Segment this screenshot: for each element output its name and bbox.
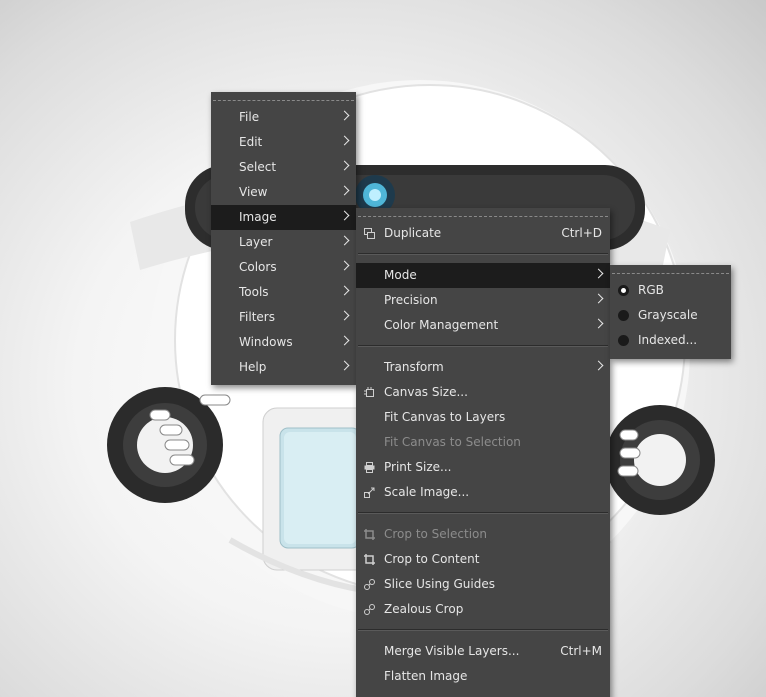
crop-icon: [364, 554, 375, 565]
mode-menu-tearoff[interactable]: [612, 265, 729, 274]
chevron-right-icon: [593, 268, 604, 279]
chevron-right-icon: [593, 318, 604, 329]
scale-image-item[interactable]: Scale Image...: [356, 480, 610, 505]
duplicate-item[interactable]: Duplicate Ctrl+D: [356, 221, 610, 246]
duplicate-icon: [364, 228, 375, 239]
radio-icon: [618, 310, 629, 321]
menu-edit[interactable]: Edit: [211, 130, 356, 155]
menu-tools[interactable]: Tools: [211, 280, 356, 305]
print-size-item[interactable]: Print Size...: [356, 455, 610, 480]
menu-windows[interactable]: Windows: [211, 330, 356, 355]
transform-item[interactable]: Transform: [356, 355, 610, 380]
chevron-right-icon: [339, 335, 350, 346]
main-menu: File Edit Select View Image Layer Colors…: [211, 92, 356, 385]
chevron-right-icon: [339, 160, 350, 171]
mode-grayscale-item[interactable]: Grayscale: [610, 303, 731, 328]
image-canvas: File Edit Select View Image Layer Colors…: [0, 0, 766, 697]
chevron-right-icon: [339, 360, 350, 371]
chevron-right-icon: [339, 135, 350, 146]
crop-icon: [364, 529, 375, 540]
menu-colors[interactable]: Colors: [211, 255, 356, 280]
canvas-size-icon: [364, 387, 374, 397]
chevron-right-icon: [339, 285, 350, 296]
menu-layer[interactable]: Layer: [211, 230, 356, 255]
mode-submenu: RGB Grayscale Indexed...: [610, 265, 731, 359]
slice-using-guides-item[interactable]: Slice Using Guides: [356, 572, 610, 597]
merge-shortcut: Ctrl+M: [560, 644, 602, 658]
image-menu-tearoff[interactable]: [358, 208, 608, 217]
chevron-right-icon: [593, 293, 604, 304]
mode-rgb-item[interactable]: RGB: [610, 278, 731, 303]
menu-separator: [358, 345, 608, 347]
radio-selected-icon: [618, 285, 629, 296]
chevron-right-icon: [339, 185, 350, 196]
menu-image[interactable]: Image: [211, 205, 356, 230]
duplicate-shortcut: Ctrl+D: [561, 226, 602, 240]
menu-separator: [358, 253, 608, 255]
merge-visible-layers-item[interactable]: Merge Visible Layers... Ctrl+M: [356, 639, 610, 664]
color-management-item[interactable]: Color Management: [356, 313, 610, 338]
chevron-right-icon: [339, 110, 350, 121]
menu-separator: [358, 512, 608, 514]
zealous-crop-item[interactable]: Zealous Crop: [356, 597, 610, 622]
printer-icon: [364, 462, 375, 473]
chevron-right-icon: [339, 260, 350, 271]
menu-view[interactable]: View: [211, 180, 356, 205]
guides-icon: [364, 579, 375, 590]
main-menu-tearoff[interactable]: [213, 92, 354, 101]
chevron-right-icon: [339, 310, 350, 321]
chevron-right-icon: [339, 235, 350, 246]
mode-indexed-item[interactable]: Indexed...: [610, 328, 731, 353]
mode-item[interactable]: Mode: [356, 263, 610, 288]
menu-file[interactable]: File: [211, 105, 356, 130]
crop-to-selection-item[interactable]: Crop to Selection: [356, 522, 610, 547]
menu-help[interactable]: Help: [211, 355, 356, 380]
crop-to-content-item[interactable]: Crop to Content: [356, 547, 610, 572]
radio-icon: [618, 335, 629, 346]
canvas-size-item[interactable]: Canvas Size...: [356, 380, 610, 405]
fit-canvas-to-layers-item[interactable]: Fit Canvas to Layers: [356, 405, 610, 430]
menu-separator: [358, 629, 608, 631]
precision-item[interactable]: Precision: [356, 288, 610, 313]
chevron-right-icon: [593, 360, 604, 371]
menu-select[interactable]: Select: [211, 155, 356, 180]
guides-icon: [364, 604, 375, 615]
fit-canvas-to-selection-item[interactable]: Fit Canvas to Selection: [356, 430, 610, 455]
scale-icon: [364, 487, 375, 498]
menu-filters[interactable]: Filters: [211, 305, 356, 330]
chevron-right-icon: [339, 210, 350, 221]
image-submenu: Duplicate Ctrl+D Mode Precision Color Ma…: [356, 208, 610, 697]
flatten-image-item[interactable]: Flatten Image: [356, 664, 610, 689]
